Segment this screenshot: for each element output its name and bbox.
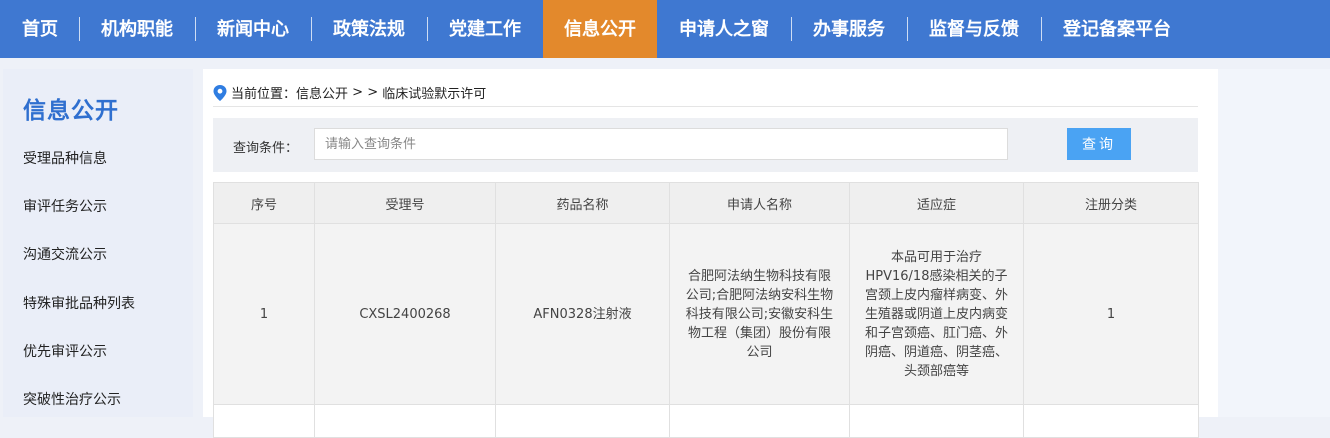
- nav-home[interactable]: 首页: [5, 0, 75, 58]
- query-label: 查询条件：: [233, 141, 299, 156]
- nav-supervision-feedback[interactable]: 监督与反馈: [911, 0, 1037, 58]
- cell-indication: [849, 404, 1024, 438]
- header-acceptance-no: 受理号: [314, 182, 496, 224]
- sidebar-item-communication[interactable]: 沟通交流公示: [23, 244, 107, 264]
- breadcrumb-current: 临床试验默示许可: [382, 87, 487, 102]
- cell-applicant: 合肥阿法纳生物科技有限公司;合肥阿法纳安科生物科技有限公司;安徽安科生物工程（集…: [669, 223, 850, 405]
- results-table: 序号 受理号 药品名称 申请人名称 适应症 注册分类 1 CXSL2400268…: [213, 182, 1199, 438]
- breadcrumb: 当前位置： 信息公开 > > 临床试验默示许可: [213, 83, 486, 102]
- cell-index: 1: [213, 223, 315, 405]
- breadcrumb-prefix: 当前位置：: [231, 87, 297, 102]
- cell-drug-name: AFN0328注射液: [495, 223, 670, 405]
- header-applicant: 申请人名称: [669, 182, 850, 224]
- nav-separator: [1041, 17, 1042, 41]
- table-row: 1 CXSL2400268 AFN0328注射液 合肥阿法纳生物科技有限公司;合…: [213, 223, 1199, 405]
- nav-news[interactable]: 新闻中心: [199, 0, 307, 58]
- nav-separator: [791, 17, 792, 41]
- nav-separator: [907, 17, 908, 41]
- table-header-row: 序号 受理号 药品名称 申请人名称 适应症 注册分类: [213, 182, 1199, 224]
- query-input[interactable]: [314, 128, 1008, 160]
- sidebar-item-accepted-varieties[interactable]: 受理品种信息: [23, 148, 107, 168]
- nav-policy[interactable]: 政策法规: [315, 0, 423, 58]
- nav-services[interactable]: 办事服务: [795, 0, 903, 58]
- cell-category: 1: [1023, 223, 1199, 405]
- header-drug-name: 药品名称: [495, 182, 670, 224]
- header-index: 序号: [213, 182, 315, 224]
- cell-drug-name: [495, 404, 670, 438]
- cell-acceptance-no: CXSL2400268: [314, 223, 496, 405]
- query-bar: 查询条件： 查询: [213, 118, 1198, 172]
- location-pin-icon: [213, 84, 227, 101]
- breadcrumb-separator: > >: [348, 85, 383, 100]
- sidebar-item-priority-review[interactable]: 优先审评公示: [23, 341, 107, 361]
- nav-separator: [311, 17, 312, 41]
- nav-registration-platform[interactable]: 登记备案平台: [1045, 0, 1189, 58]
- sidebar-item-special-approval[interactable]: 特殊审批品种列表: [23, 293, 135, 313]
- cell-applicant: [669, 404, 850, 438]
- sidebar: 信息公开 受理品种信息 审评任务公示 沟通交流公示 特殊审批品种列表 优先审评公…: [3, 69, 193, 417]
- nav-info-disclosure[interactable]: 信息公开: [543, 0, 657, 58]
- cell-acceptance-no: [314, 404, 496, 438]
- breadcrumb-divider: [213, 106, 1198, 107]
- query-button[interactable]: 查询: [1067, 128, 1131, 160]
- header-category: 注册分类: [1023, 182, 1199, 224]
- top-nav: 首页 机构职能 新闻中心 政策法规 党建工作 信息公开 申请人之窗 办事服务 监…: [0, 0, 1330, 58]
- cell-indication: 本品可用于治疗HPV16/18感染相关的子宫颈上皮内瘤样病变、外生殖器或阴道上皮…: [849, 223, 1024, 405]
- header-indication: 适应症: [849, 182, 1024, 224]
- cell-index: [213, 404, 315, 438]
- nav-separator: [79, 17, 80, 41]
- sidebar-item-review-tasks[interactable]: 审评任务公示: [23, 196, 107, 216]
- nav-applicant-window[interactable]: 申请人之窗: [661, 0, 787, 58]
- nav-separator: [195, 17, 196, 41]
- sidebar-item-breakthrough-therapy[interactable]: 突破性治疗公示: [23, 389, 121, 409]
- table-row: [213, 404, 1199, 438]
- breadcrumb-section-link[interactable]: 信息公开: [296, 83, 348, 102]
- sidebar-title: 信息公开: [23, 98, 119, 124]
- nav-separator: [427, 17, 428, 41]
- nav-organization[interactable]: 机构职能: [83, 0, 191, 58]
- main-content: 当前位置： 信息公开 > > 临床试验默示许可 查询条件： 查询 序号 受理号 …: [203, 69, 1218, 438]
- right-margin: [1218, 69, 1330, 417]
- cell-category: [1023, 404, 1199, 438]
- nav-party-building[interactable]: 党建工作: [431, 0, 539, 58]
